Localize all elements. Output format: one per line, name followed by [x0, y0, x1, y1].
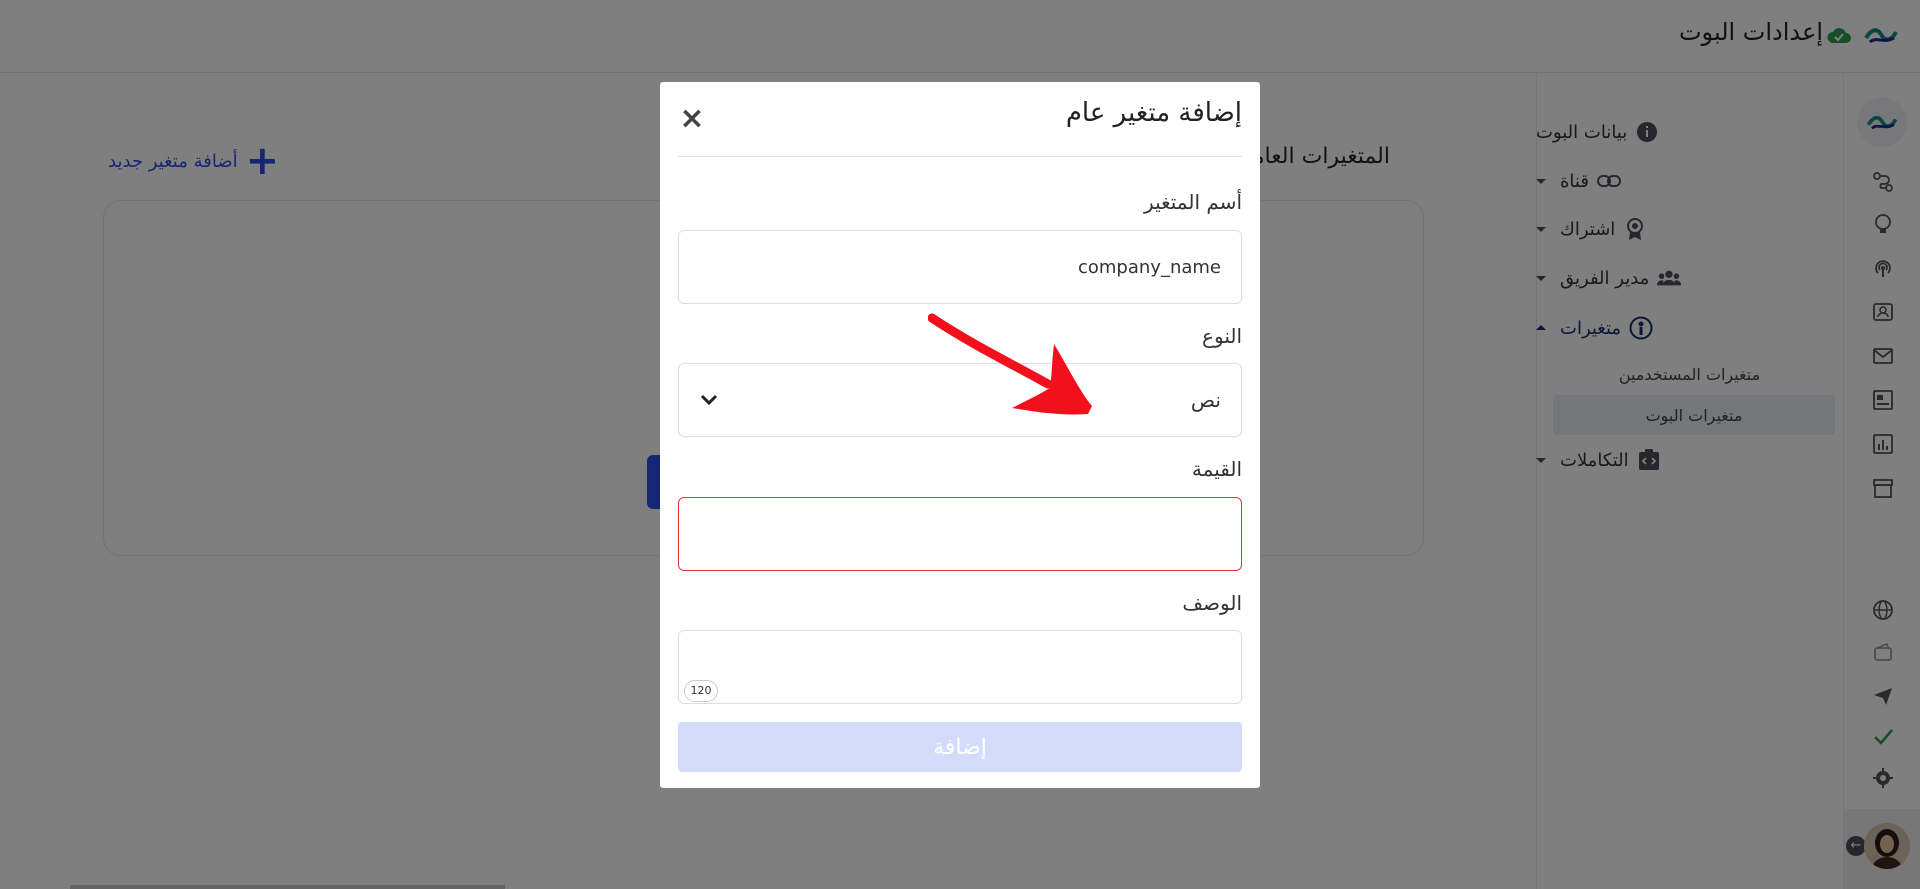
- divider: [678, 156, 1242, 157]
- description-label: الوصف: [1182, 591, 1242, 615]
- add-variable-modal: إضافة متغير عام × أسم المتغير النوع نص ا…: [660, 82, 1260, 788]
- modal-title: إضافة متغير عام: [1065, 98, 1242, 128]
- variable-name-label: أسم المتغير: [1144, 190, 1242, 214]
- chevron-down-icon: [700, 394, 718, 406]
- type-select-value: نص: [1190, 388, 1221, 412]
- add-button[interactable]: إضافة: [678, 722, 1242, 772]
- type-select[interactable]: نص: [678, 363, 1242, 437]
- char-counter-badge: 120: [684, 680, 718, 702]
- value-input[interactable]: [678, 497, 1242, 571]
- description-input[interactable]: [678, 630, 1242, 704]
- variable-name-input[interactable]: [678, 230, 1242, 304]
- value-label: القيمة: [1191, 457, 1242, 481]
- close-icon[interactable]: ×: [679, 104, 705, 134]
- type-label: النوع: [1202, 324, 1242, 348]
